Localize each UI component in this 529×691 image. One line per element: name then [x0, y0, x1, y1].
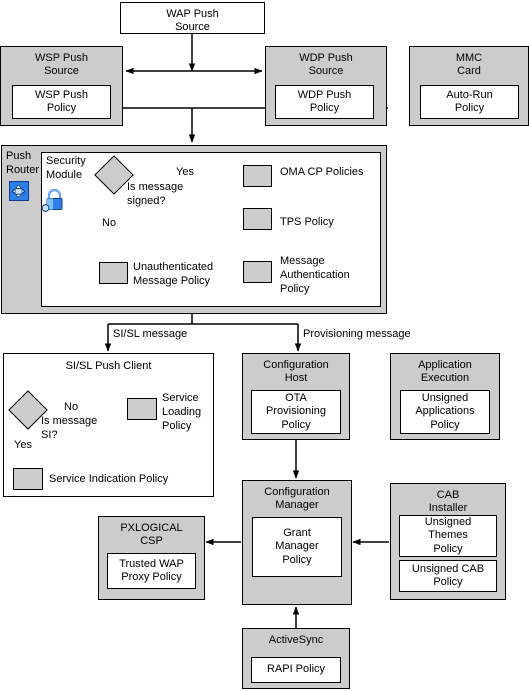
push-router-label: Push Router: [6, 150, 40, 176]
cab-installer-title: CAB Installer: [428, 489, 468, 515]
message-authentication-policy-label: Message Authentication Policy: [280, 255, 350, 295]
ota-provisioning-policy-label: OTA Provisioning Policy: [266, 391, 326, 431]
unsigned-applications-policy-box: Unsigned Applications Policy: [400, 390, 490, 434]
sisl-message-branch-label: SI/SL message: [113, 328, 188, 340]
unsigned-cab-policy-box: Unsigned CAB Policy: [399, 560, 497, 592]
wsp-push-policy-label: WSP Push Policy: [35, 88, 88, 114]
service-loading-policy-chip: [127, 398, 157, 420]
auto-run-policy-box: Auto-Run Policy: [420, 85, 519, 119]
sisl-push-client-title: SI/SL Push Client: [65, 360, 152, 372]
auto-run-policy-label: Auto-Run Policy: [446, 88, 493, 114]
wdp-push-policy-box: WDP Push Policy: [275, 85, 374, 119]
ota-provisioning-policy-box: OTA Provisioning Policy: [251, 390, 341, 434]
no-branch-label: No: [102, 217, 117, 229]
yes-branch-label: Yes: [176, 166, 194, 178]
trusted-wap-proxy-policy-label: Trusted WAP Proxy Policy: [119, 557, 184, 583]
wdp-push-policy-label: WDP Push Policy: [297, 88, 352, 114]
pxlogical-csp-title: PXLOGICAL CSP: [120, 522, 183, 548]
unsigned-applications-policy-label: Unsigned Applications Policy: [415, 391, 475, 431]
service-loading-policy-label: Service Loading Policy: [162, 392, 202, 432]
trusted-wap-proxy-policy-box: Trusted WAP Proxy Policy: [107, 553, 196, 589]
wdp-push-source-label: WDP Push Source: [299, 52, 353, 78]
rapi-policy-box: RAPI Policy: [251, 657, 341, 683]
unsigned-themes-policy-box: Unsigned Themes Policy: [399, 515, 497, 557]
padlock-icon: [41, 186, 67, 214]
grant-manager-policy-box: Grant Manager Policy: [252, 517, 342, 577]
network-router-icon: [9, 181, 29, 201]
wap-push-source-label: WAP Push Source: [166, 8, 219, 34]
unsigned-cab-policy-label: Unsigned CAB Policy: [411, 562, 485, 588]
sisl-yes-branch-label: Yes: [14, 439, 32, 451]
activesync-title: ActiveSync: [268, 634, 324, 646]
service-indication-policy-chip: [13, 468, 43, 490]
service-indication-policy-label: Service Indication Policy: [49, 473, 169, 485]
wap-push-source-box: WAP Push Source: [120, 2, 265, 34]
mmc-card-label: MMC Card: [455, 52, 483, 78]
diagram-canvas: WAP Push Source WSP Push Source WSP Push…: [0, 0, 529, 691]
wsp-push-policy-box: WSP Push Policy: [12, 85, 111, 119]
configuration-host-title: Configuration Host: [263, 359, 329, 385]
provisioning-message-branch-label: Provisioning message: [303, 328, 411, 340]
is-message-signed-label: Is message signed?: [127, 181, 184, 207]
unsigned-themes-policy-label: Unsigned Themes Policy: [424, 515, 472, 555]
is-message-si-label: Is message SI?: [41, 415, 98, 441]
security-module-label: Security Module: [46, 155, 86, 181]
sisl-no-branch-label: No: [64, 401, 79, 413]
oma-cp-policies-chip: [243, 165, 272, 187]
message-authentication-policy-chip: [243, 261, 272, 283]
unauthenticated-message-policy-label: Unauthenticated Message Policy: [133, 261, 214, 287]
wsp-push-source-label: WSP Push Source: [35, 52, 88, 78]
tps-policy-chip: [243, 208, 272, 230]
rapi-policy-label: RAPI Policy: [266, 663, 326, 676]
application-execution-title: Application Execution: [418, 359, 472, 385]
grant-manager-policy-label: Grant Manager Policy: [275, 526, 319, 566]
oma-cp-policies-label: OMA CP Policies: [280, 166, 364, 178]
unauthenticated-message-policy-chip: [99, 262, 128, 284]
tps-policy-label: TPS Policy: [280, 216, 334, 228]
configuration-manager-title: Configuration Manager: [264, 486, 330, 512]
